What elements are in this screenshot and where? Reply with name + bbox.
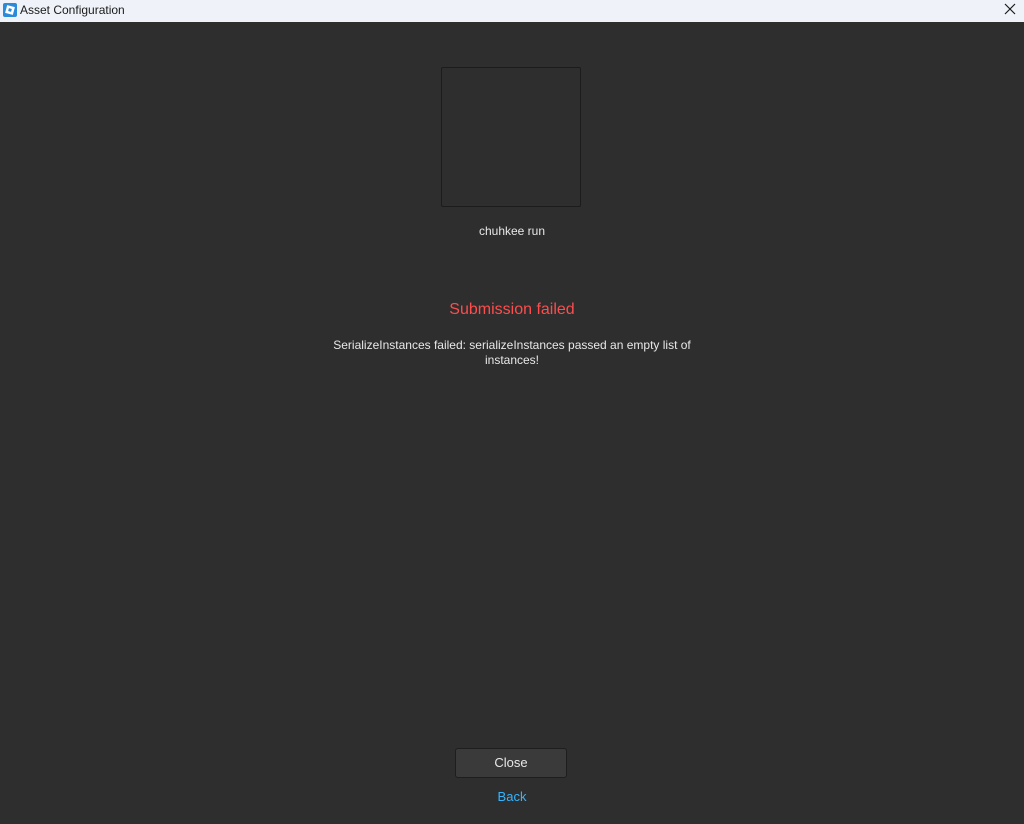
roblox-studio-icon [3, 3, 17, 17]
close-icon [1004, 2, 1016, 20]
status-message: SerializeInstances failed: serializeInst… [333, 338, 691, 367]
back-link[interactable]: Back [462, 789, 562, 805]
close-button[interactable]: Close [455, 748, 567, 778]
window-close-button[interactable] [996, 0, 1024, 22]
asset-thumbnail [441, 67, 581, 207]
title-bar: Asset Configuration [0, 0, 1024, 22]
asset-configuration-window: Asset Configuration chuhkee run Submissi… [0, 0, 1024, 824]
asset-name: chuhkee run [478, 224, 546, 238]
window-title: Asset Configuration [20, 3, 125, 17]
status-title: Submission failed [449, 301, 575, 318]
